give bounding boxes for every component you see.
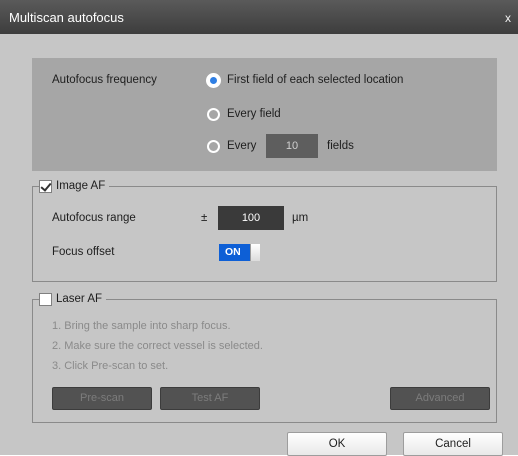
ok-button[interactable]: OK [287,432,387,456]
radio-every-n-fields[interactable] [207,140,220,153]
checkmark-icon [40,180,52,192]
laser-step-1: 1. Bring the sample into sharp focus. [52,320,231,332]
laser-step-2: 2. Make sure the correct vessel is selec… [52,340,263,352]
range-unit: µm [292,212,309,224]
laser-af-checkbox[interactable] [39,293,52,306]
image-af-label: Image AF [52,178,110,194]
image-af-checkbox[interactable] [39,180,52,193]
test-af-button[interactable]: Test AF [160,387,260,410]
autofocus-frequency-label: Autofocus frequency [52,74,157,86]
prescan-button[interactable]: Pre-scan [52,387,152,410]
image-af-group [32,186,497,282]
laser-af-label: Laser AF [52,291,107,307]
radio-every-field[interactable] [207,108,220,121]
focus-offset-label: Focus offset [52,246,115,258]
option-every-prefix: Every [227,140,257,152]
range-plus-minus: ± [201,212,208,224]
window-title: Multiscan autofocus [9,10,124,25]
radio-first-field[interactable] [207,74,220,87]
cancel-button[interactable]: Cancel [403,432,503,456]
option-every-field-label: Every field [227,108,281,120]
option-first-field-label: First field of each selected location [227,74,404,86]
autofocus-range-label: Autofocus range [52,212,136,224]
every-n-fields-input[interactable]: 10 [266,134,318,158]
focus-offset-toggle[interactable]: ON [219,244,260,261]
close-icon[interactable]: x [500,1,516,35]
advanced-button[interactable]: Advanced [390,387,490,410]
title-bar: Multiscan autofocus x [0,0,518,34]
laser-step-3: 3. Click Pre-scan to set. [52,360,169,372]
autofocus-range-input[interactable]: 100 [218,206,284,230]
toggle-knob [250,244,260,261]
option-every-suffix: fields [327,140,354,152]
toggle-state-text: ON [225,246,241,258]
multiscan-autofocus-dialog: Multiscan autofocus x Autofocus frequenc… [0,0,518,456]
